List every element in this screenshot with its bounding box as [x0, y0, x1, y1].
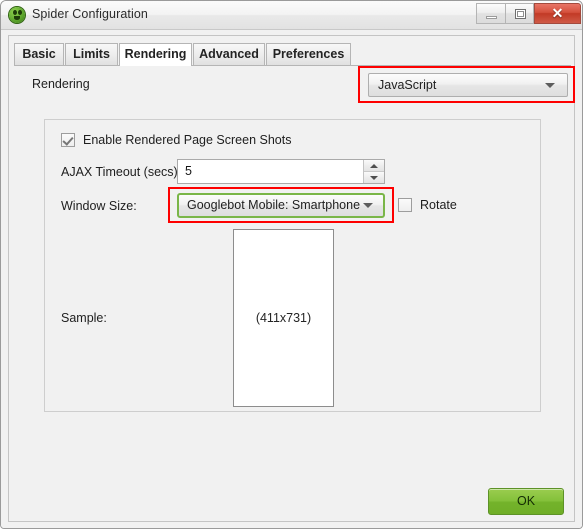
window-title: Spider Configuration	[32, 7, 148, 21]
enable-screenshots-label: Enable Rendered Page Screen Shots	[83, 133, 292, 147]
chevron-down-icon	[363, 202, 373, 208]
tab-limits[interactable]: Limits	[65, 43, 118, 65]
stepper-buttons	[363, 160, 384, 183]
chevron-down-icon	[370, 175, 378, 180]
chevron-up-icon	[370, 163, 378, 168]
minimize-icon	[486, 16, 497, 19]
stepper-increment-button[interactable]	[364, 160, 384, 172]
tab-preferences[interactable]: Preferences	[266, 43, 351, 65]
rendering-label: Rendering	[32, 77, 90, 91]
spider-configuration-dialog: Spider Configuration ✕ Basic Limits Rend…	[0, 0, 583, 529]
tab-active-underline	[120, 65, 191, 66]
window-size-dropdown[interactable]: Googlebot Mobile: Smartphone	[177, 193, 385, 218]
chevron-down-icon	[545, 83, 555, 88]
minimize-button[interactable]	[476, 3, 505, 24]
window-size-label: Window Size:	[61, 199, 137, 213]
spider-frog-icon	[9, 7, 25, 23]
tab-basic[interactable]: Basic	[14, 43, 64, 65]
tab-label: Rendering	[124, 47, 187, 61]
title-bar[interactable]: Spider Configuration ✕	[1, 1, 582, 30]
maximize-button[interactable]	[505, 3, 534, 24]
rotate-label: Rotate	[420, 198, 457, 212]
close-button[interactable]: ✕	[534, 3, 581, 24]
tab-underline	[14, 65, 571, 66]
rendering-mode-dropdown[interactable]: JavaScript	[368, 73, 568, 97]
tab-rendering[interactable]: Rendering	[119, 43, 192, 66]
tab-strip: Basic Limits Rendering Advanced Preferen…	[14, 43, 571, 66]
rendering-mode-value: JavaScript	[378, 78, 437, 92]
rotate-checkbox[interactable]	[398, 198, 412, 212]
window-controls: ✕	[476, 3, 581, 24]
close-icon: ✕	[551, 5, 564, 21]
sample-dimensions-text: (411x731)	[255, 311, 312, 325]
tab-label: Preferences	[272, 47, 345, 61]
sample-preview: (411x731)	[233, 229, 334, 407]
stepper-decrement-button[interactable]	[364, 172, 384, 183]
ok-button-label: OK	[516, 494, 536, 508]
tab-label: Basic	[22, 47, 56, 61]
ajax-timeout-value: 5	[185, 164, 192, 178]
ajax-timeout-stepper[interactable]: 5	[177, 159, 385, 184]
enable-screenshots-checkbox[interactable]	[61, 133, 75, 147]
ok-button[interactable]: OK	[488, 488, 564, 515]
tab-label: Advanced	[199, 47, 259, 61]
ajax-timeout-label: AJAX Timeout (secs):	[61, 165, 182, 179]
window-size-value: Googlebot Mobile: Smartphone	[187, 198, 361, 212]
sample-label: Sample:	[61, 311, 107, 325]
tab-label: Limits	[73, 47, 110, 61]
maximize-icon	[515, 9, 526, 19]
tab-advanced[interactable]: Advanced	[193, 43, 265, 65]
